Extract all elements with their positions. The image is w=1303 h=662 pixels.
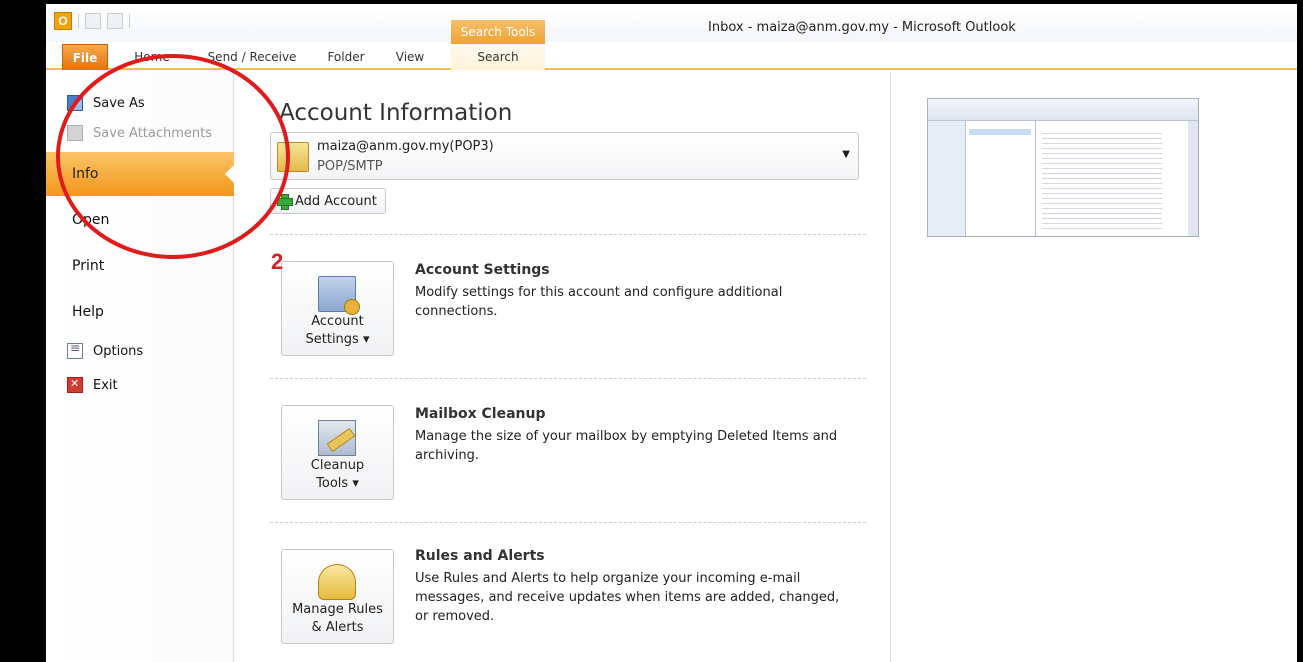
- thumbnail-todo-bar: [1188, 121, 1198, 236]
- rules-alerts-icon: [318, 564, 356, 600]
- mailbox-cleanup-icon: [318, 420, 356, 456]
- exit-label: Exit: [93, 377, 118, 393]
- account-settings-icon: [318, 276, 360, 315]
- button-label-line1: Cleanup: [310, 458, 365, 473]
- preview-pane: [890, 72, 1297, 662]
- add-account-button[interactable]: Add Account: [270, 188, 386, 214]
- outlook-preview-thumbnail: [927, 98, 1199, 237]
- account-settings-title: Account Settings: [415, 262, 550, 278]
- undo-icon[interactable]: [107, 13, 123, 29]
- options-icon: [67, 341, 83, 359]
- thumbnail-ribbon: [928, 99, 1198, 121]
- account-settings-description: Modify settings for this account and con…: [415, 285, 783, 319]
- rules-alerts-title: Rules and Alerts: [415, 548, 545, 564]
- manage-rules-button[interactable]: Manage Rules & Alerts: [281, 549, 394, 644]
- tab-file[interactable]: File: [62, 44, 108, 70]
- add-account-label: Add Account: [295, 193, 377, 209]
- mailbox-cleanup-title: Mailbox Cleanup: [415, 406, 546, 422]
- title-bar: O Search Tools Inbox - maiza@anm.gov.my …: [46, 4, 1297, 44]
- send-receive-all-icon[interactable]: [85, 13, 101, 29]
- account-settings-button[interactable]: Account Settings ▾: [281, 261, 394, 356]
- search-tools-context-header: Search Tools: [451, 20, 545, 44]
- thumbnail-message-list: [966, 121, 1036, 236]
- window-title: Inbox - maiza@anm.gov.my - Microsoft Out…: [708, 20, 1016, 35]
- quick-access-toolbar: O: [54, 12, 130, 30]
- account-type: POP/SMTP: [317, 159, 383, 174]
- nav-tab-help[interactable]: Help: [46, 290, 234, 334]
- ribbon-tab-row: File Home Send / Receive Folder View Sea…: [46, 44, 1297, 70]
- chevron-down-icon: ▼: [842, 149, 850, 160]
- annotation-step-number: 2: [271, 249, 284, 274]
- account-selector[interactable]: maiza@anm.gov.my(POP3) POP/SMTP ▼: [270, 132, 859, 180]
- button-label-line2: Tools ▾: [316, 476, 359, 491]
- rules-alerts-description: Use Rules and Alerts to help organize yo…: [415, 571, 840, 624]
- tab-search[interactable]: Search: [451, 44, 545, 70]
- page-title: Account Information: [279, 100, 513, 126]
- button-label-line1: Account: [311, 314, 364, 329]
- exit-button[interactable]: Exit: [46, 372, 234, 398]
- cleanup-tools-button[interactable]: Cleanup Tools ▾: [281, 405, 394, 500]
- tab-view[interactable]: View: [388, 44, 432, 70]
- qat-separator: [78, 14, 79, 28]
- section-divider: [270, 234, 866, 235]
- annotation-circle: [56, 54, 290, 259]
- account-settings-button-label: Account Settings ▾: [282, 313, 393, 349]
- info-page: Account Information maiza@anm.gov.my(POP…: [234, 72, 890, 662]
- tab-folder[interactable]: Folder: [318, 44, 374, 70]
- section-divider: [270, 522, 866, 523]
- outlook-window: O Search Tools Inbox - maiza@anm.gov.my …: [46, 4, 1297, 662]
- mailbox-cleanup-description: Manage the size of your mailbox by empty…: [415, 429, 838, 463]
- thumbnail-text-lines: [1042, 129, 1162, 229]
- button-label-line2: & Alerts: [311, 620, 364, 635]
- qat-separator: [129, 14, 130, 28]
- exit-icon: [67, 377, 83, 393]
- manage-rules-button-label: Manage Rules & Alerts: [282, 601, 393, 637]
- button-label-line2: Settings ▾: [305, 332, 370, 347]
- account-email: maiza@anm.gov.my(POP3): [317, 139, 494, 154]
- section-divider: [270, 378, 866, 379]
- options-label: Options: [93, 343, 144, 359]
- thumbnail-reading-pane: [1036, 121, 1190, 236]
- button-label-line1: Manage Rules: [292, 602, 383, 617]
- thumbnail-nav-pane: [928, 121, 966, 236]
- outlook-app-icon[interactable]: O: [54, 12, 72, 30]
- cleanup-tools-button-label: Cleanup Tools ▾: [282, 457, 393, 493]
- options-button[interactable]: Options: [46, 338, 234, 364]
